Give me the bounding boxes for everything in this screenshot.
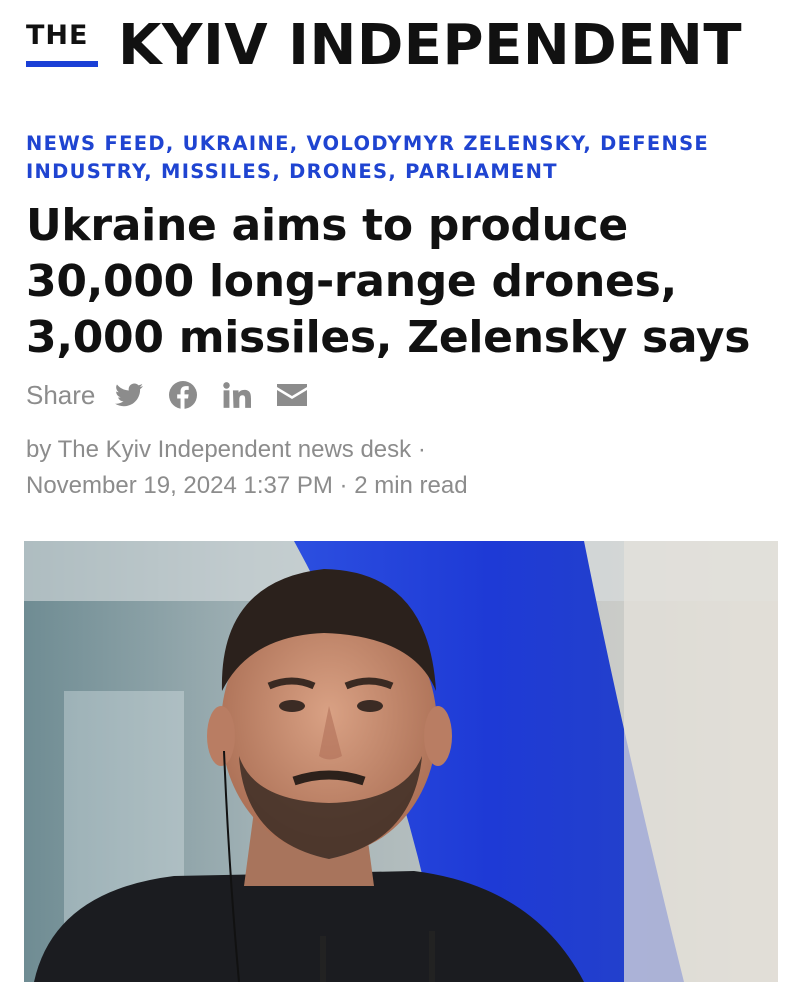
share-bar: Share (26, 378, 333, 412)
share-label: Share (26, 379, 96, 410)
tag-news-feed[interactable]: NEWS FEED (26, 132, 166, 155)
byline-read-time: 2 min read (354, 472, 468, 499)
twitter-icon[interactable] (115, 383, 144, 407)
tag-ukraine[interactable]: UKRAINE (183, 132, 290, 155)
headline-line: Ukraine aims to produce (26, 200, 628, 251)
email-icon[interactable] (277, 384, 308, 406)
hero-image (24, 541, 778, 982)
byline-separator: · (417, 436, 426, 463)
article-headline: Ukraine aims to produce 30,000 long-rang… (26, 198, 786, 366)
facebook-icon[interactable] (169, 381, 198, 409)
logo-prefix: THE (26, 20, 89, 51)
tag-drones[interactable]: DRONES (289, 160, 388, 183)
tag-list: NEWS FEED, UKRAINE, VOLODYMYR ZELENSKY, … (26, 132, 710, 183)
byline: by The Kyiv Independent news desk · Nove… (26, 432, 766, 504)
byline-separator: · (339, 472, 348, 499)
hero-photo-illustration (24, 541, 778, 982)
headline-line: 30,000 long-range drones, (26, 256, 677, 307)
logo-underline (26, 61, 98, 67)
tag-volodymyr-zelensky[interactable]: VOLODYMYR ZELENSKY (307, 132, 584, 155)
tag-parliament[interactable]: PARLIAMENT (405, 160, 558, 183)
site-header: THE KYIV INDEPENDENT (0, 0, 801, 100)
byline-date: November 19, 2024 1:37 PM (26, 472, 333, 499)
headline-line: 3,000 missiles, Zelensky says (26, 312, 751, 363)
byline-author[interactable]: by The Kyiv Independent news desk (26, 436, 411, 463)
tag-missiles[interactable]: MISSILES (161, 160, 272, 183)
logo-name: KYIV INDEPENDENT (118, 13, 743, 78)
linkedin-icon[interactable] (223, 382, 252, 408)
